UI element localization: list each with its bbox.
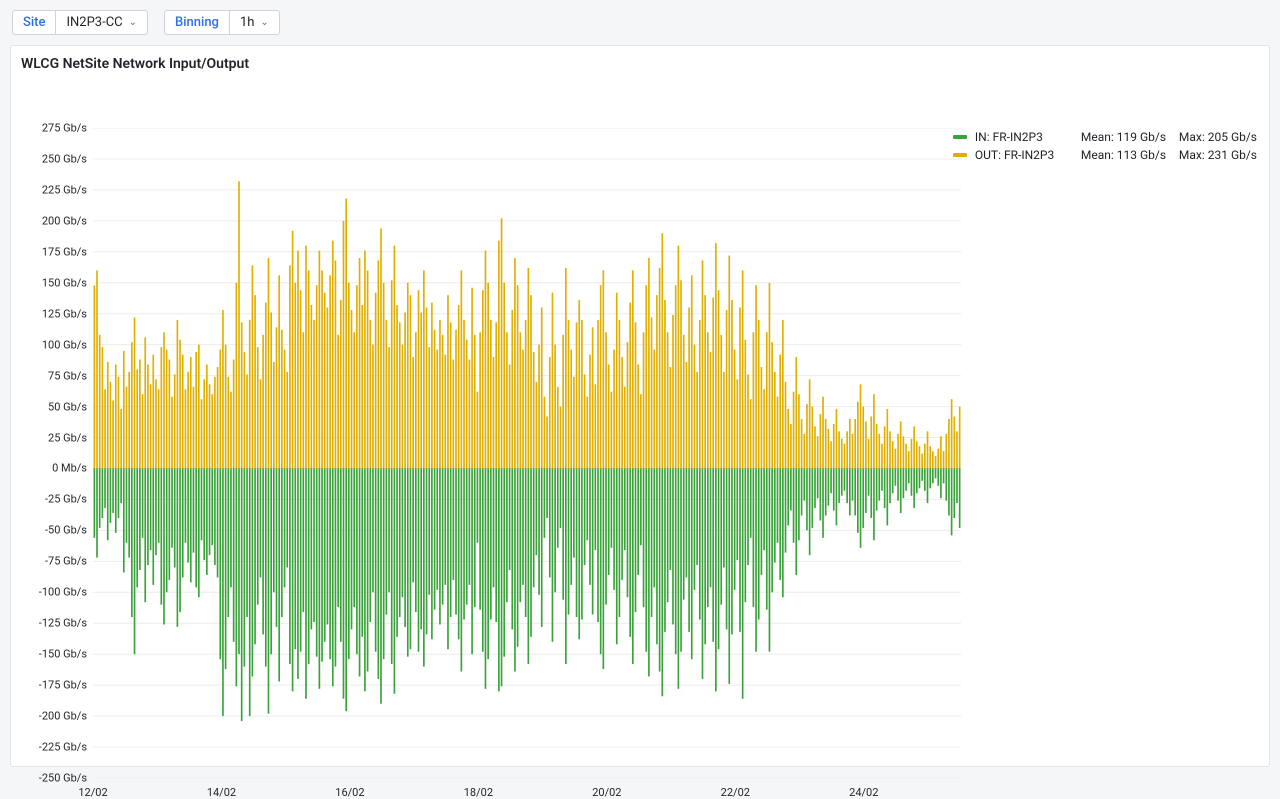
legend-name-out: OUT: FR-IN2P3: [975, 148, 1073, 162]
chart-panel: WLCG NetSite Network Input/Output IN: FR…: [10, 45, 1270, 767]
toolbar: Site IN2P3-CC ⌄ Binning 1h ⌄: [0, 0, 1280, 45]
binning-select-value: 1h: [240, 15, 254, 30]
legend-name-in: IN: FR-IN2P3: [975, 130, 1073, 144]
legend-entry-out[interactable]: OUT: FR-IN2P3 Mean: 113 Gb/s Max: 231 Gb…: [953, 148, 1257, 162]
binning-selector-group: Binning 1h ⌄: [164, 10, 280, 35]
legend-mean-out: Mean: 113 Gb/s: [1081, 148, 1171, 162]
chevron-down-icon: ⌄: [260, 17, 268, 28]
legend-mean-in: Mean: 119 Gb/s: [1081, 130, 1171, 144]
binning-select[interactable]: 1h ⌄: [230, 10, 280, 35]
binning-label: Binning: [164, 10, 230, 35]
chart-svg: [93, 128, 961, 778]
legend-entry-in[interactable]: IN: FR-IN2P3 Mean: 119 Gb/s Max: 205 Gb/…: [953, 130, 1257, 144]
chevron-down-icon: ⌄: [129, 17, 137, 28]
site-select[interactable]: IN2P3-CC ⌄: [56, 10, 148, 35]
panel-title: WLCG NetSite Network Input/Output: [21, 56, 249, 72]
site-select-value: IN2P3-CC: [66, 15, 122, 30]
y-axis-labels: 275 Gb/s250 Gb/s225 Gb/s200 Gb/s175 Gb/s…: [11, 128, 89, 778]
legend: IN: FR-IN2P3 Mean: 119 Gb/s Max: 205 Gb/…: [953, 130, 1257, 166]
chart-plot-area[interactable]: [93, 128, 961, 778]
legend-max-in: Max: 205 Gb/s: [1179, 130, 1257, 144]
legend-max-out: Max: 231 Gb/s: [1179, 148, 1257, 162]
site-selector-group: Site IN2P3-CC ⌄: [12, 10, 148, 35]
site-label: Site: [12, 10, 56, 35]
